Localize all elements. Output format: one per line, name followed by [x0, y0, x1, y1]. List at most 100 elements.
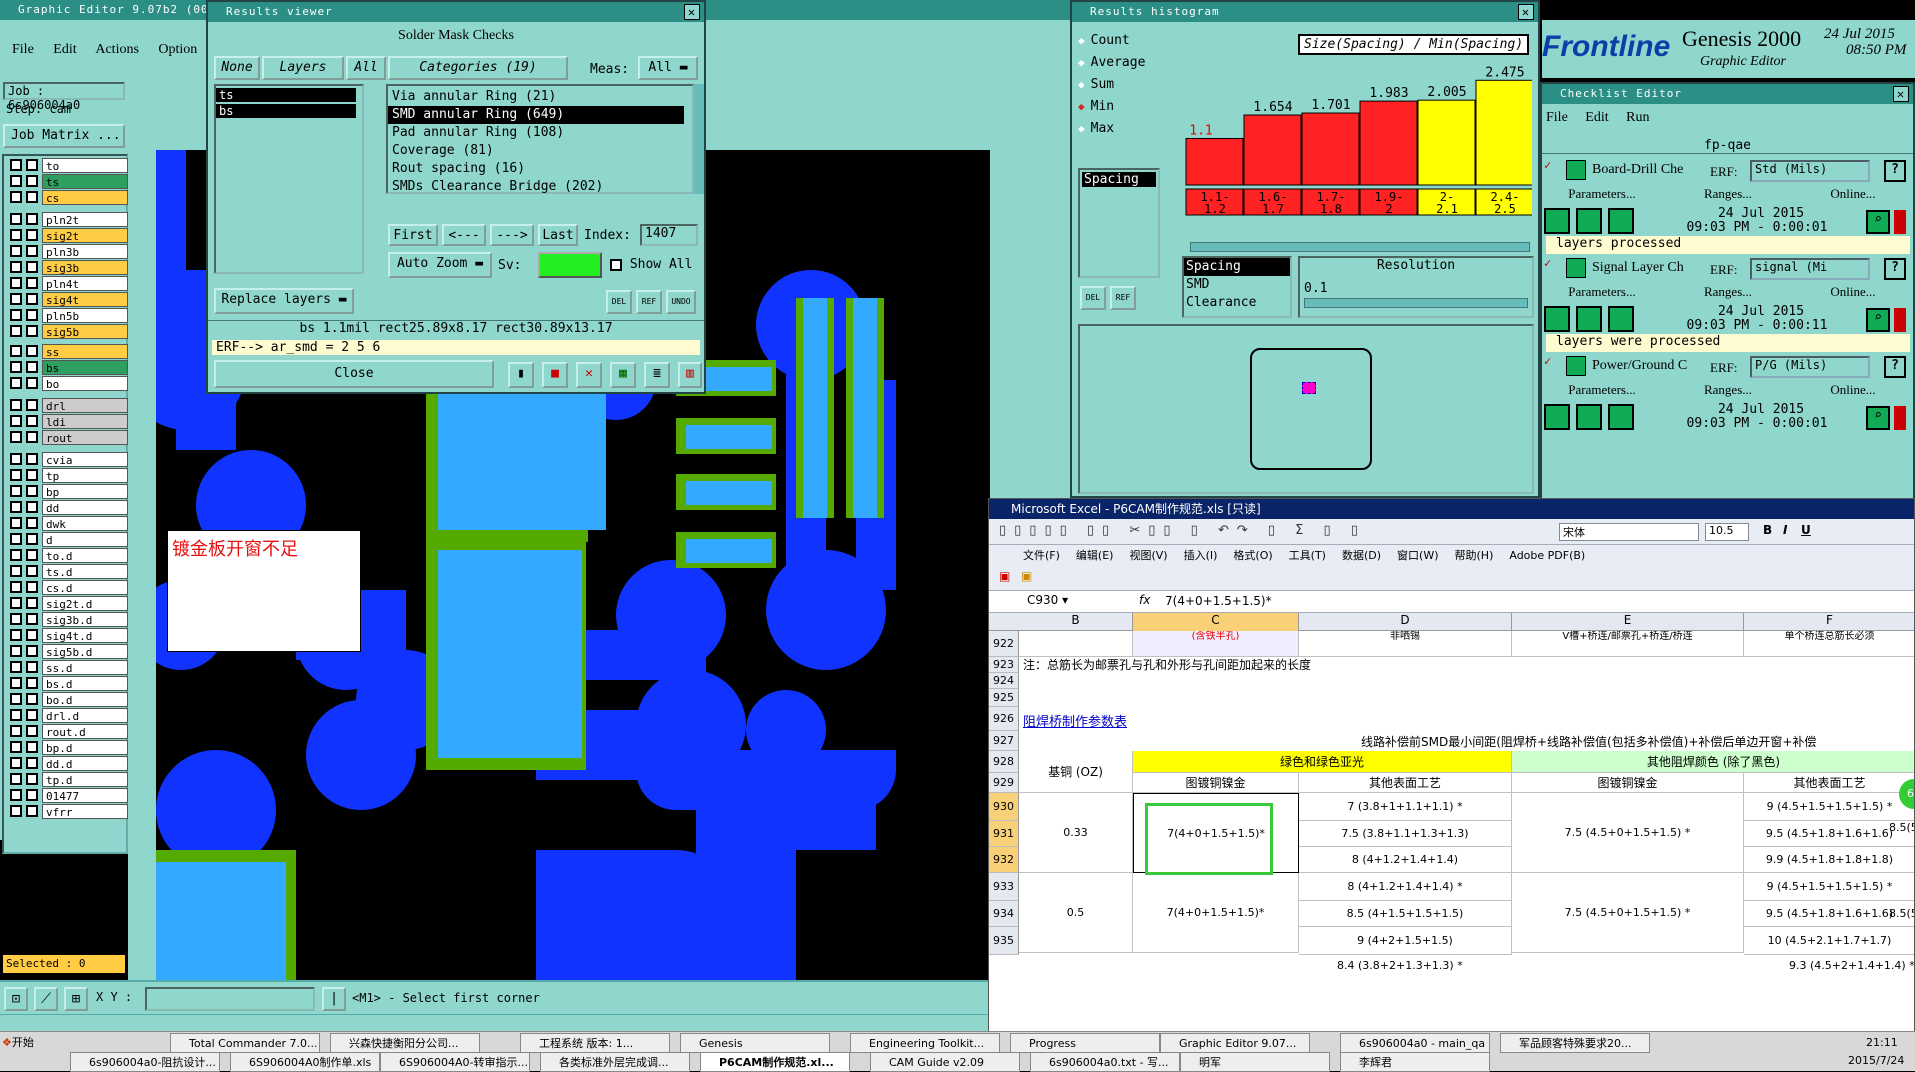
- layer-display-checkbox[interactable]: [10, 431, 22, 443]
- layer-display-checkbox[interactable]: [10, 741, 22, 753]
- cell[interactable]: 10 (4.5+2.1+1.7+1.7): [1744, 927, 1914, 955]
- layer-row[interactable]: sig5b: [8, 324, 128, 340]
- layer-work-checkbox[interactable]: [26, 741, 38, 753]
- histogram-option-count[interactable]: ◆ Count: [1078, 30, 1160, 52]
- layer-row[interactable]: rout.d: [8, 724, 128, 740]
- action-icon-b[interactable]: [1576, 306, 1602, 332]
- row-header[interactable]: 931: [989, 821, 1019, 847]
- column-header[interactable]: F: [1744, 613, 1914, 631]
- auto-zoom-select[interactable]: Auto Zoom ▬: [388, 252, 492, 278]
- note-cell[interactable]: 注：总筋长为邮票孔与孔和外形与孔间距加起来的长度: [1023, 657, 1311, 673]
- info-icon[interactable]: |: [322, 987, 346, 1011]
- layer-item-bs[interactable]: bs: [216, 104, 356, 118]
- cell[interactable]: 图镀铜镍金: [1512, 773, 1744, 793]
- stop-icon[interactable]: ■: [542, 362, 568, 388]
- cell[interactable]: (含铁半孔): [1133, 631, 1299, 657]
- layer-work-checkbox[interactable]: [26, 789, 38, 801]
- layer-work-checkbox[interactable]: [26, 277, 38, 289]
- formula-input[interactable]: 7(4+0+1.5+1.5)*: [1165, 594, 1272, 608]
- excel-menu-item[interactable]: 编辑(E): [1076, 549, 1114, 562]
- taskbar-item[interactable]: Total Commander 7.0...: [170, 1033, 320, 1053]
- layer-row[interactable]: bs: [8, 360, 128, 376]
- cell[interactable]: 非哂锡: [1299, 631, 1512, 657]
- cell[interactable]: 7.5 (4.5+0+1.5+1.5) *: [1512, 793, 1744, 873]
- cell[interactable]: 8 (4+1.2+1.4+1.4): [1299, 847, 1512, 873]
- layer-display-checkbox[interactable]: [10, 693, 22, 705]
- help-icon[interactable]: ?: [1884, 356, 1906, 378]
- notes-icon[interactable]: ≣: [644, 362, 670, 388]
- row-header[interactable]: 932: [989, 847, 1019, 873]
- layer-row[interactable]: drl.d: [8, 708, 128, 724]
- layers-button[interactable]: Layers: [262, 56, 344, 80]
- layer-row[interactable]: 01477: [8, 788, 128, 804]
- close-icon[interactable]: ✕: [1518, 4, 1534, 20]
- replace-layers-select[interactable]: Replace layers ▬: [214, 288, 354, 314]
- layer-row[interactable]: rout: [8, 430, 128, 446]
- layer-work-checkbox[interactable]: [26, 431, 38, 443]
- close-icon[interactable]: ✕: [684, 4, 700, 20]
- layer-work-checkbox[interactable]: [26, 549, 38, 561]
- layer-work-checkbox[interactable]: [26, 565, 38, 577]
- ref-icon[interactable]: REF: [1110, 286, 1136, 310]
- category-item[interactable]: Rout spacing (16): [388, 160, 684, 178]
- index-input[interactable]: 1407: [640, 224, 698, 246]
- link-cell[interactable]: 阻焊桥制作参数表: [1023, 711, 1127, 730]
- category-item[interactable]: Coverage (81): [388, 142, 684, 160]
- taskbar-item[interactable]: 6s906004a0.txt - 写...: [1030, 1052, 1180, 1072]
- layer-display-checkbox[interactable]: [10, 549, 22, 561]
- layer-display-checkbox[interactable]: [10, 261, 22, 273]
- category-item[interactable]: SMD annular Ring (649): [388, 106, 684, 124]
- layer-display-checkbox[interactable]: [10, 485, 22, 497]
- layer-work-checkbox[interactable]: [26, 725, 38, 737]
- layer-work-checkbox[interactable]: [26, 345, 38, 357]
- layer-work-checkbox[interactable]: [26, 191, 38, 203]
- layer-display-checkbox[interactable]: [10, 361, 22, 373]
- taskbar-item[interactable]: CAM Guide v2.09: [870, 1052, 1020, 1072]
- layer-work-checkbox[interactable]: [26, 175, 38, 187]
- taskbar-item[interactable]: 6s906004a0 - main_qa: [1340, 1033, 1490, 1053]
- layer-row[interactable]: sig3b.d: [8, 612, 128, 628]
- action-icon-a[interactable]: [1544, 208, 1570, 234]
- prev-button[interactable]: <---: [442, 224, 486, 246]
- layer-work-checkbox[interactable]: [26, 677, 38, 689]
- action-icon-c[interactable]: [1608, 404, 1634, 430]
- cell[interactable]: 其他表面工艺: [1744, 773, 1914, 793]
- layer-row[interactable]: sig2t: [8, 228, 128, 244]
- layer-row[interactable]: to.d: [8, 548, 128, 564]
- layer-display-checkbox[interactable]: [10, 213, 22, 225]
- column-header[interactable]: B: [1019, 613, 1133, 631]
- layer-row[interactable]: drl: [8, 398, 128, 414]
- next-button[interactable]: --->: [490, 224, 534, 246]
- menu-file[interactable]: File: [12, 42, 34, 57]
- action-icon-a[interactable]: [1544, 404, 1570, 430]
- taskbar-item[interactable]: P6CAM制作规范.xl...: [700, 1052, 850, 1072]
- layer-display-checkbox[interactable]: [10, 309, 22, 321]
- histogram-bar[interactable]: [1417, 99, 1476, 186]
- resolution-slider[interactable]: [1304, 298, 1528, 308]
- layer-display-checkbox[interactable]: [10, 597, 22, 609]
- layer-row[interactable]: ss.d: [8, 660, 128, 676]
- layer-row[interactable]: sig4t: [8, 292, 128, 308]
- list2-item-spacing[interactable]: Spacing: [1184, 258, 1290, 276]
- layer-work-checkbox[interactable]: [26, 693, 38, 705]
- parameters-button[interactable]: Parameters...: [1542, 186, 1662, 202]
- menu-option[interactable]: Option: [158, 42, 197, 57]
- cell[interactable]: [1019, 631, 1133, 657]
- taskbar-item[interactable]: 各类标准外层完成调...: [540, 1052, 690, 1072]
- layer-row[interactable]: pln3b: [8, 244, 128, 260]
- excel-menu-item[interactable]: 文件(F): [1023, 549, 1060, 562]
- column-header[interactable]: E: [1512, 613, 1744, 631]
- histogram-icon[interactable]: ▥: [678, 362, 702, 388]
- layer-display-checkbox[interactable]: [10, 629, 22, 641]
- start-button[interactable]: ❖开始: [2, 1034, 44, 1052]
- erf-select[interactable]: Std (Mils): [1750, 160, 1870, 182]
- layer-row[interactable]: ldi: [8, 414, 128, 430]
- layer-display-checkbox[interactable]: [10, 469, 22, 481]
- layer-work-checkbox[interactable]: [26, 581, 38, 593]
- excel-menu-item[interactable]: 窗口(W): [1397, 549, 1438, 562]
- cell[interactable]: 7(4+0+1.5+1.5)*: [1133, 873, 1299, 953]
- layer-display-checkbox[interactable]: [10, 277, 22, 289]
- help-icon[interactable]: ?: [1884, 258, 1906, 280]
- row-header[interactable]: 929: [989, 773, 1019, 793]
- column-header[interactable]: C: [1133, 613, 1299, 631]
